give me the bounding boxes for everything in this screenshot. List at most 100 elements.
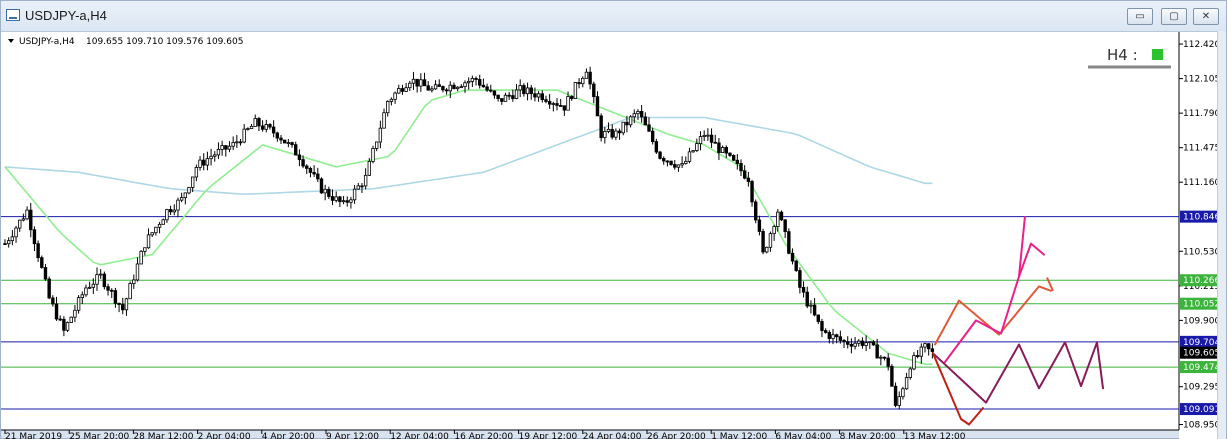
price-chart[interactable]: 112.420 112.105 111.790 111.475 111.160 110.5…: [1, 32, 1219, 439]
candle-body: [489, 89, 493, 92]
candle-body: [923, 343, 927, 348]
candle-body: [294, 144, 298, 156]
candle-body: [879, 356, 883, 359]
candle-body: [478, 79, 482, 86]
candle-body: [157, 223, 162, 228]
candle-body: [912, 355, 916, 370]
x-tick-label: 6 May 04:00: [775, 432, 831, 439]
x-tick-label: 12 Apr 04:00: [390, 432, 449, 439]
candle-body: [886, 357, 890, 367]
candle-body: [581, 77, 585, 85]
y-tick-label: 112.420: [1183, 40, 1219, 50]
candle-body: [316, 173, 320, 180]
candle-body: [540, 93, 544, 101]
candle-body: [838, 336, 843, 341]
candle-body: [698, 136, 703, 144]
candle-body: [599, 115, 603, 139]
candle-body: [529, 87, 533, 95]
candle-body: [470, 77, 475, 82]
candle-body: [485, 86, 489, 91]
candle-body: [327, 188, 331, 197]
candle-body: [73, 309, 77, 318]
candle-body: [397, 88, 401, 94]
candle-body: [636, 111, 640, 115]
candle-body: [106, 286, 110, 291]
candle-body: [62, 318, 66, 331]
candle-body: [308, 167, 313, 173]
candle-body: [345, 200, 349, 203]
candle-body: [58, 318, 62, 321]
candle-body: [382, 112, 386, 129]
candle-body: [684, 160, 688, 164]
candle-body: [893, 385, 898, 406]
candle-body: [282, 139, 287, 144]
candle-body: [915, 355, 920, 357]
candle-body: [503, 94, 508, 102]
candle-body: [386, 101, 390, 114]
candle-body: [765, 246, 769, 253]
candle-body: [573, 82, 578, 99]
candle-body: [511, 95, 515, 99]
candle-body: [555, 103, 559, 106]
candle-body: [617, 130, 622, 134]
candle-body: [834, 334, 839, 338]
x-tick-label: 19 Apr 12:00: [519, 432, 578, 439]
candle-body: [827, 332, 832, 339]
minimize-button[interactable]: ▭: [1127, 8, 1153, 25]
close-button[interactable]: ✕: [1193, 8, 1219, 25]
candle-body: [566, 96, 570, 111]
x-tick-label: 13 May 12:00: [904, 432, 966, 439]
candle-body: [360, 185, 364, 188]
candle-body: [249, 125, 254, 129]
price-axis: [1179, 32, 1219, 439]
candle-body: [544, 99, 548, 102]
candle-body: [669, 160, 673, 165]
candle-body: [731, 155, 736, 161]
x-tick-label: 2 Apr 04:00: [198, 432, 251, 439]
candle-body: [172, 209, 176, 213]
candle-body: [448, 84, 452, 92]
candle-body: [3, 243, 7, 246]
candle-body: [662, 158, 666, 162]
candle-body: [790, 252, 795, 262]
candle-body: [202, 159, 206, 166]
candle-body: [194, 167, 199, 178]
candle-body: [643, 116, 648, 126]
candle-body: [842, 340, 846, 343]
candle-body: [54, 303, 59, 320]
vertical-scrollbar[interactable]: [1217, 31, 1226, 439]
level-label: 109.704: [1183, 338, 1219, 348]
candle-body: [297, 154, 302, 160]
candle-body: [459, 86, 464, 89]
candle-body: [301, 159, 305, 167]
candle-body: [349, 199, 353, 203]
candle-body: [117, 302, 121, 305]
candle-body: [260, 125, 265, 130]
candle-body: [658, 151, 662, 159]
candle-body: [444, 89, 449, 92]
current-price-label: 109.605: [1183, 349, 1219, 359]
candle-body: [846, 341, 850, 345]
candle-body: [522, 85, 526, 95]
candle-body: [868, 341, 872, 344]
x-tick-label: 1 May 12:00: [711, 432, 767, 439]
candle-body: [279, 137, 283, 141]
candle-body: [536, 93, 541, 98]
candle-body: [84, 287, 88, 296]
candle-body: [588, 71, 592, 85]
candle-body: [14, 227, 18, 238]
level-label: 110.846: [1183, 213, 1219, 223]
candle-body: [709, 134, 714, 143]
candle-body: [687, 151, 692, 162]
candle-body: [849, 343, 854, 347]
candle-body: [584, 71, 589, 79]
candle-body: [514, 89, 519, 99]
candle-body: [592, 83, 596, 98]
x-tick-label: 26 Apr 20:00: [647, 432, 706, 439]
candle-body: [271, 126, 276, 134]
candle-body: [728, 152, 732, 156]
candle-body: [408, 82, 412, 89]
candle-body: [80, 294, 84, 298]
maximize-button[interactable]: ▢: [1161, 8, 1187, 25]
candle-body: [665, 160, 670, 163]
